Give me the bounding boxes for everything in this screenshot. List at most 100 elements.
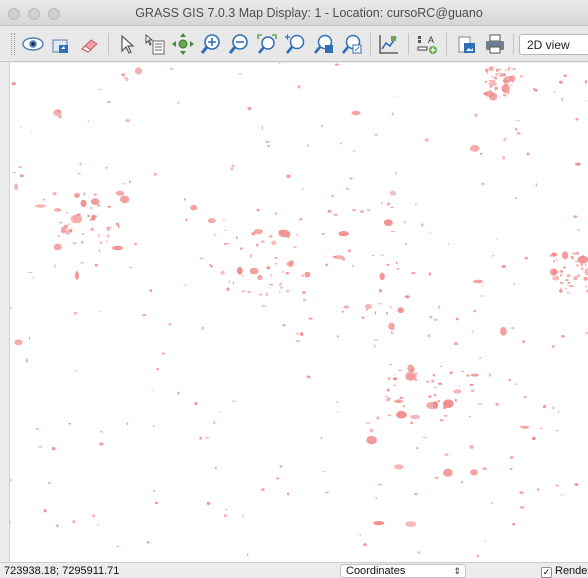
raster-cell bbox=[374, 344, 376, 348]
raster-cell bbox=[393, 377, 398, 381]
raster-cell bbox=[521, 425, 530, 429]
raster-cell bbox=[562, 251, 569, 260]
zoom-region-button[interactable] bbox=[338, 31, 364, 57]
raster-cell bbox=[458, 385, 461, 387]
raster-cell bbox=[424, 138, 429, 142]
analyze-button[interactable] bbox=[376, 31, 402, 57]
raster-cell bbox=[484, 80, 488, 83]
print-button[interactable] bbox=[482, 31, 508, 57]
raster-cell bbox=[447, 243, 449, 245]
raster-cell bbox=[153, 489, 156, 492]
raster-cell bbox=[205, 437, 210, 439]
raster-cell bbox=[258, 293, 263, 296]
raster-cell bbox=[495, 73, 498, 76]
raster-cell bbox=[429, 315, 433, 319]
raster-cell bbox=[565, 279, 569, 282]
raster-cell bbox=[90, 206, 93, 210]
raster-cell bbox=[455, 317, 459, 321]
raster-cell bbox=[555, 484, 560, 487]
raster-cell bbox=[279, 291, 281, 294]
raster-cell bbox=[43, 509, 47, 513]
title-bar[interactable]: GRASS GIS 7.0.3 Map Display: 1 - Locatio… bbox=[0, 0, 588, 26]
raster-cell bbox=[376, 416, 380, 420]
raster-cell bbox=[573, 215, 578, 218]
raster-cell bbox=[416, 446, 419, 450]
raster-cell bbox=[156, 368, 160, 371]
raster-cell bbox=[455, 398, 457, 402]
raster-cell bbox=[519, 74, 524, 78]
raster-cell bbox=[494, 75, 497, 77]
raster-cell bbox=[385, 395, 388, 398]
zoom-in-button[interactable] bbox=[198, 31, 224, 57]
raster-cell bbox=[531, 436, 536, 441]
raster-cell bbox=[502, 155, 506, 160]
analyze-icon bbox=[379, 35, 398, 54]
raster-cell bbox=[331, 194, 334, 198]
query-button[interactable] bbox=[142, 31, 168, 57]
raster-cell bbox=[352, 209, 357, 211]
raster-cell bbox=[226, 287, 230, 291]
raster-cell bbox=[241, 290, 246, 293]
render-map-button[interactable] bbox=[48, 31, 74, 57]
save-image-icon bbox=[458, 36, 475, 53]
raster-cell bbox=[56, 524, 59, 528]
raster-cell bbox=[553, 91, 556, 94]
raster-cell bbox=[438, 382, 442, 385]
arrow-pointer-icon bbox=[121, 34, 135, 54]
raster-cell bbox=[560, 493, 563, 496]
raster-cell bbox=[232, 281, 235, 284]
display-map-button[interactable] bbox=[20, 31, 46, 57]
raster-cell bbox=[14, 183, 19, 191]
raster-cell bbox=[553, 259, 555, 263]
raster-cell bbox=[230, 167, 234, 171]
decorations-button[interactable]: A bbox=[414, 31, 440, 57]
raster-cell bbox=[219, 411, 222, 413]
raster-cell bbox=[146, 541, 150, 544]
raster-cell bbox=[69, 228, 73, 233]
raster-cell bbox=[307, 144, 310, 147]
pointer-button[interactable] bbox=[114, 31, 140, 57]
raster-cell bbox=[480, 295, 485, 297]
render-toggle[interactable]: ✓ Render bbox=[541, 565, 588, 578]
raster-cell bbox=[98, 249, 101, 252]
render-checkbox[interactable]: ✓ bbox=[541, 567, 552, 578]
map-canvas[interactable] bbox=[9, 63, 588, 562]
raster-cell bbox=[306, 375, 311, 379]
raster-cell bbox=[338, 231, 350, 237]
raster-cell bbox=[390, 363, 392, 366]
raster-cell bbox=[52, 192, 57, 196]
raster-cell bbox=[472, 279, 483, 284]
raster-cell bbox=[502, 79, 507, 83]
erase-display-button[interactable] bbox=[76, 31, 102, 57]
raster-cell bbox=[502, 93, 507, 97]
view-mode-select[interactable]: 2D view bbox=[519, 34, 588, 55]
raster-cell bbox=[512, 522, 516, 526]
raster-cell bbox=[154, 501, 159, 504]
toolbar-grip[interactable] bbox=[11, 33, 15, 55]
pan-button[interactable] bbox=[170, 31, 196, 57]
raster-cell bbox=[470, 389, 475, 392]
zoom-options-button[interactable] bbox=[310, 31, 336, 57]
raster-cell bbox=[247, 553, 249, 557]
raster-cell bbox=[60, 226, 66, 234]
raster-cell bbox=[584, 100, 587, 101]
zoom-out-button[interactable] bbox=[226, 31, 252, 57]
raster-cell bbox=[405, 295, 410, 299]
raster-cell bbox=[375, 496, 378, 500]
raster-cell bbox=[295, 340, 301, 343]
save-image-button[interactable] bbox=[454, 31, 480, 57]
raster-cell bbox=[520, 505, 525, 509]
zoom-extent-icon bbox=[257, 34, 277, 54]
raster-cell bbox=[497, 72, 502, 75]
raster-cell bbox=[98, 310, 102, 312]
raster-cell bbox=[422, 436, 427, 439]
zoom-back-icon bbox=[285, 34, 305, 54]
raster-cell bbox=[453, 389, 462, 394]
zoom-back-button[interactable] bbox=[282, 31, 308, 57]
raster-cell bbox=[550, 268, 558, 276]
zoom-extent-button[interactable] bbox=[254, 31, 280, 57]
raster-cell bbox=[411, 272, 416, 275]
raster-cell bbox=[444, 453, 449, 456]
raster-cell bbox=[373, 521, 385, 526]
statusbar-mode-select[interactable]: Coordinates ⇕ bbox=[340, 564, 466, 578]
